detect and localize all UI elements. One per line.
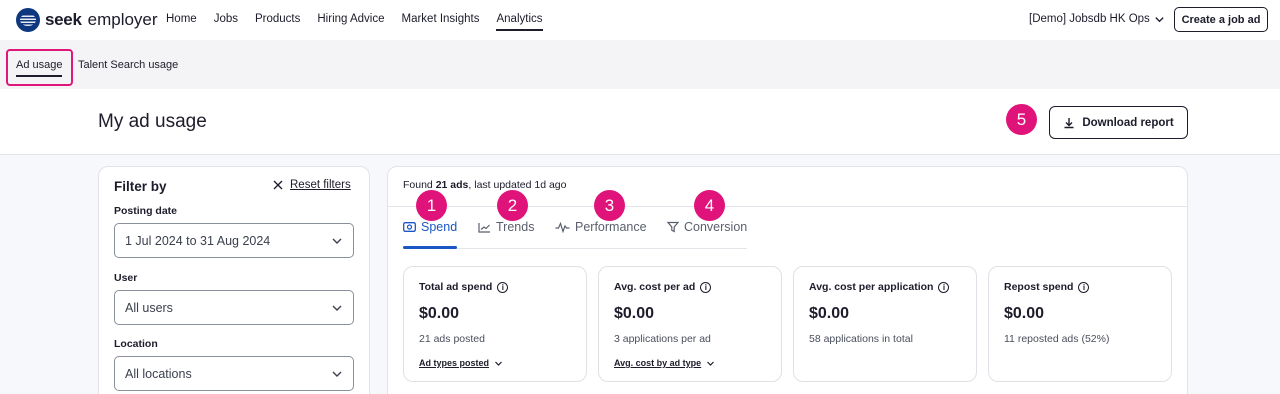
chevron-down-icon [332,371,342,377]
top-nav: seek employer Home Jobs Products Hiring … [0,0,1280,40]
tab-trends[interactable]: Trends [478,220,534,234]
nav-jobs[interactable]: Jobs [214,13,238,31]
download-icon [1064,117,1074,128]
location-label: Location [114,338,158,350]
step-marker-2: 2 [497,190,528,221]
reset-filters-label: Reset filters [290,179,351,191]
account-name: [Demo] Jobsdb HK Ops [1029,13,1150,25]
tab-spend-label: Spend [421,220,458,234]
stat-card-total-ad-spend: Total ad spend i $0.00 21 ads posted Ad t… [403,266,587,382]
page-title: My ad usage [98,111,207,132]
card-subtext: 11 reposted ads (52%) [1004,333,1110,345]
seek-employer-logo[interactable]: seek employer [16,8,158,32]
chevron-down-icon [332,305,342,311]
sub-nav [0,40,1280,89]
card-value: $0.00 [809,305,850,322]
card-title: Avg. cost per ad [614,281,696,293]
pulse-icon [555,221,570,233]
location-select[interactable]: All locations [114,356,354,391]
stat-card-repost-spend: Repost spend i $0.00 11 reposted ads (52%… [988,266,1172,382]
funnel-icon [667,221,679,233]
user-select[interactable]: All users [114,290,354,325]
stat-card-avg-cost-per-application: Avg. cost per application i $0.00 58 appl… [793,266,977,382]
stat-card-avg-cost-per-ad: Avg. cost per ad i $0.00 3 applications p… [598,266,782,382]
nav-home[interactable]: Home [166,13,197,31]
step-marker-3: 3 [594,190,625,221]
seek-logo-icon [16,8,40,32]
close-icon [273,180,283,190]
chevron-down-icon [332,238,342,244]
tab-conversion[interactable]: Conversion [667,220,747,234]
nav-analytics[interactable]: Analytics [496,13,543,31]
card-title: Total ad spend [419,281,493,293]
card-subtext: 58 applications in total [809,333,913,345]
card-value: $0.00 [419,305,460,322]
tab-performance-label: Performance [575,220,647,234]
info-icon[interactable]: i [497,281,509,293]
found-count: 21 ads [435,179,469,191]
ad-types-posted-link[interactable]: Ad types posted [419,358,503,368]
create-job-ad-button[interactable]: Create a job ad [1174,7,1268,32]
main-nav-links: Home Jobs Products Hiring Advice Market … [166,13,560,31]
money-icon [403,222,416,232]
account-switcher[interactable]: [Demo] Jobsdb HK Ops [1029,13,1165,25]
logo-employer-text: employer [87,10,158,29]
step-marker-1: 1 [416,190,447,221]
card-subtext: 21 ads posted [419,333,485,345]
posting-date-select[interactable]: 1 Jul 2024 to 31 Aug 2024 [114,223,354,258]
user-label: User [114,272,138,284]
user-value: All users [125,300,173,315]
card-subtext: 3 applications per ad [614,333,711,345]
tab-trends-label: Trends [496,220,535,234]
trend-chart-icon [478,222,490,233]
tab-conversion-label: Conversion [684,220,748,234]
found-summary: Found 21 ads, last updated 1d ago [403,179,567,191]
posting-date-value: 1 Jul 2024 to 31 Aug 2024 [125,233,271,248]
nav-market-insights[interactable]: Market Insights [402,13,480,31]
chevron-down-icon [1155,16,1164,22]
card-title: Avg. cost per application [809,281,934,293]
card-title: Repost spend [1004,281,1074,293]
active-tab-indicator [403,246,457,249]
download-report-label: Download report [1082,116,1174,129]
download-report-button[interactable]: Download report [1049,106,1188,139]
info-icon[interactable]: i [938,281,950,293]
chevron-down-icon [707,361,715,366]
card-value: $0.00 [614,305,655,322]
step-marker-5: 5 [1006,104,1037,135]
step-marker-4: 4 [694,190,725,221]
tab-spend[interactable]: Spend [403,220,457,234]
tab-performance[interactable]: Performance [555,220,647,234]
tab-talent-search-usage[interactable]: Talent Search usage [78,59,178,71]
filter-title: Filter by [114,179,167,194]
nav-products[interactable]: Products [255,13,300,31]
posting-date-label: Posting date [114,205,178,217]
logo-seek-text: seek [45,10,82,29]
reset-filters-button[interactable]: Reset filters [273,179,351,191]
location-value: All locations [125,366,192,381]
chevron-down-icon [495,361,502,366]
tab-ad-usage[interactable]: Ad usage [16,59,63,77]
info-icon[interactable]: i [700,281,712,293]
avg-cost-by-ad-type-link[interactable]: Avg. cost by ad type [614,358,715,368]
nav-hiring-advice[interactable]: Hiring Advice [317,13,384,31]
card-value: $0.00 [1004,305,1045,322]
info-icon[interactable]: i [1078,281,1090,293]
